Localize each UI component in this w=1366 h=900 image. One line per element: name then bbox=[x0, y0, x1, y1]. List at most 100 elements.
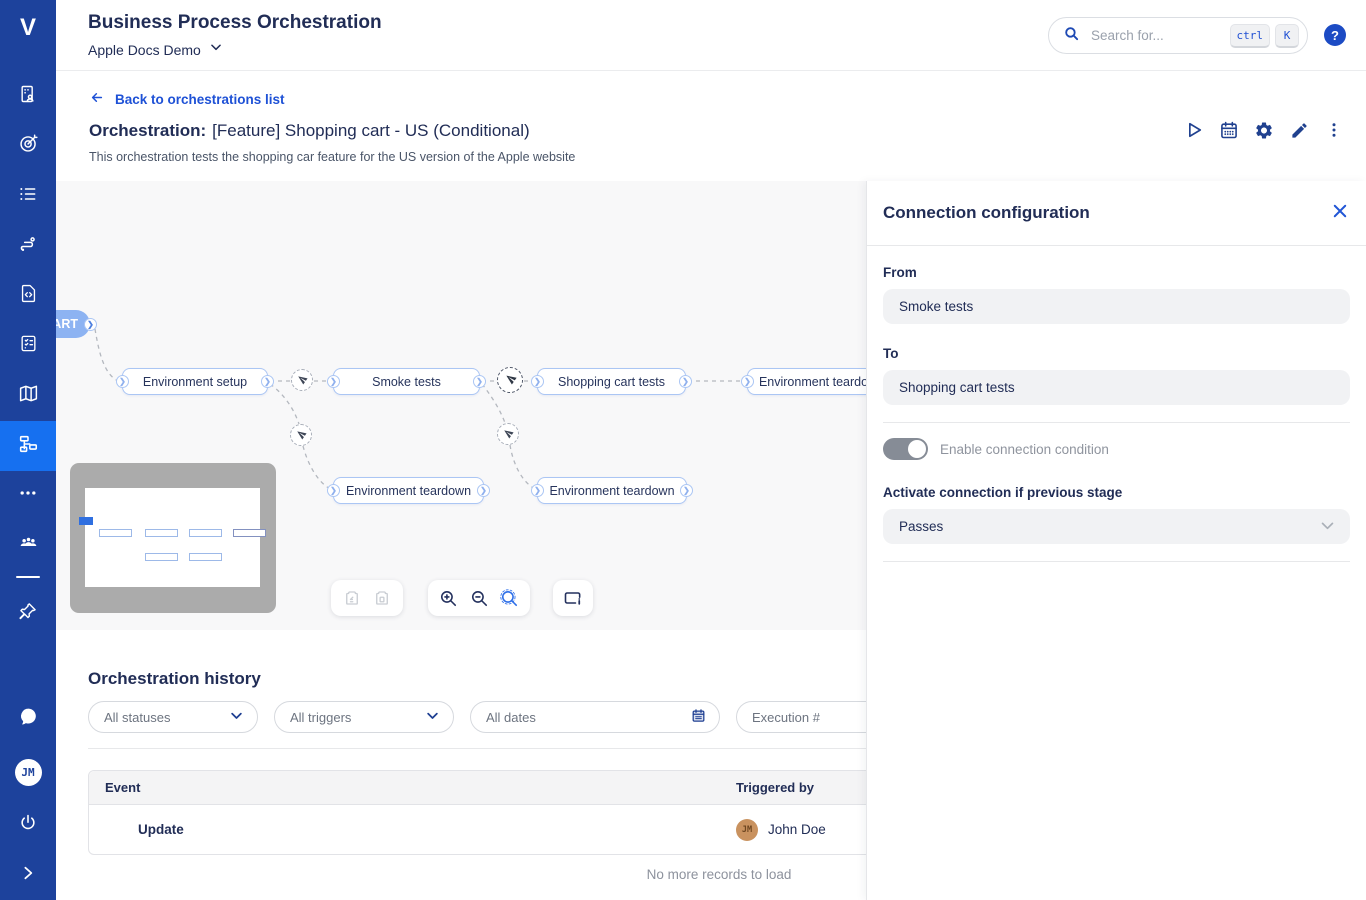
pin-icon bbox=[18, 601, 38, 626]
chat-icon bbox=[18, 706, 39, 732]
triggered-by-name: John Doe bbox=[768, 822, 826, 837]
panel-header: Connection configuration bbox=[867, 181, 1366, 246]
node-port-in[interactable]: ❯ bbox=[531, 484, 544, 497]
search-input[interactable] bbox=[1089, 27, 1230, 44]
arrow-left-icon bbox=[88, 90, 106, 108]
schedule-button[interactable] bbox=[1219, 120, 1239, 140]
sidebar-item-list[interactable] bbox=[0, 176, 56, 216]
stage-node-shopping-cart-tests[interactable]: ❯ Shopping cart tests ❯ bbox=[537, 368, 686, 395]
sidebar-item-logout[interactable] bbox=[0, 805, 56, 845]
minimap-node bbox=[99, 529, 132, 537]
sidebar-user-avatar[interactable]: JM bbox=[0, 752, 56, 792]
trigger-filter[interactable]: All triggers bbox=[274, 701, 454, 733]
column-header-triggered-by: Triggered by bbox=[736, 780, 814, 795]
close-icon[interactable] bbox=[1331, 202, 1349, 225]
kbd-ctrl: ctrl bbox=[1230, 24, 1271, 48]
zoom-in-icon[interactable] bbox=[439, 588, 459, 608]
node-port-out[interactable]: ❯ bbox=[473, 375, 486, 388]
condition-select[interactable]: Passes bbox=[883, 509, 1350, 544]
stage-node-label: Environment setup bbox=[143, 375, 247, 389]
sidebar: V JM bbox=[0, 0, 56, 900]
date-filter[interactable]: All dates bbox=[470, 701, 720, 733]
journey-icon bbox=[18, 234, 38, 259]
orchestration-title-label: Orchestration: bbox=[89, 121, 206, 140]
zoom-toolbar bbox=[428, 580, 530, 616]
toggle-label: Enable connection condition bbox=[940, 442, 1109, 457]
to-field[interactable]: Shopping cart tests bbox=[883, 370, 1350, 405]
from-label: From bbox=[883, 265, 1350, 280]
zoom-out-icon[interactable] bbox=[469, 588, 489, 608]
help-button[interactable]: ? bbox=[1324, 24, 1346, 46]
run-button[interactable] bbox=[1184, 120, 1204, 140]
kebab-menu-button[interactable] bbox=[1324, 120, 1344, 140]
node-port-in[interactable]: ❯ bbox=[116, 375, 129, 388]
kbd-k: K bbox=[1275, 24, 1299, 48]
status-filter[interactable]: All statuses bbox=[88, 701, 258, 733]
chevron-down-icon bbox=[1319, 517, 1336, 537]
minimap-node bbox=[145, 529, 178, 537]
logo-letter: V bbox=[20, 14, 36, 42]
sidebar-item-orchestrations[interactable] bbox=[0, 421, 56, 471]
connection-condition-node[interactable] bbox=[290, 424, 312, 446]
sidebar-divider bbox=[16, 576, 40, 578]
event-cell: Update bbox=[89, 822, 736, 837]
connection-condition-node[interactable] bbox=[291, 369, 313, 391]
minimap-start-node bbox=[79, 517, 93, 525]
sidebar-item-projects[interactable] bbox=[0, 76, 56, 116]
node-port-in[interactable]: ❯ bbox=[741, 375, 754, 388]
panel-info-icon[interactable] bbox=[563, 588, 583, 608]
triggered-by-cell: JM John Doe bbox=[736, 819, 826, 841]
stage-node-label: Shopping cart tests bbox=[558, 375, 665, 389]
sidebar-item-goals[interactable] bbox=[0, 126, 56, 166]
start-node-port[interactable]: ❯ bbox=[84, 318, 97, 331]
start-node[interactable]: START ❯ bbox=[56, 310, 90, 338]
more-icon bbox=[18, 483, 38, 508]
minimap-node bbox=[145, 553, 178, 561]
from-field[interactable]: Smoke tests bbox=[883, 289, 1350, 324]
condition-label: Activate connection if previous stage bbox=[883, 485, 1350, 500]
avatar: JM bbox=[15, 759, 42, 786]
canvas-minimap[interactable] bbox=[70, 463, 276, 613]
edit-button[interactable] bbox=[1289, 120, 1309, 140]
sidebar-item-test-plans[interactable] bbox=[0, 326, 56, 366]
connection-condition-node-selected[interactable] bbox=[497, 367, 523, 393]
execution-filter-value: Execution # bbox=[752, 710, 820, 725]
panel-toggle-toolbar bbox=[553, 580, 593, 616]
calendar-icon bbox=[691, 708, 706, 726]
zoom-fit-icon[interactable] bbox=[500, 588, 520, 608]
node-port-out[interactable]: ❯ bbox=[679, 375, 692, 388]
node-port-out[interactable]: ❯ bbox=[477, 484, 490, 497]
project-name: Apple Docs Demo bbox=[88, 42, 201, 58]
copy-icon[interactable] bbox=[342, 588, 362, 608]
app-logo[interactable]: V bbox=[0, 0, 56, 56]
settings-button[interactable] bbox=[1254, 120, 1274, 140]
back-link[interactable]: Back to orchestrations list bbox=[88, 90, 285, 108]
node-port-in[interactable]: ❯ bbox=[327, 484, 340, 497]
paste-icon[interactable] bbox=[372, 588, 392, 608]
stage-node-smoke-tests[interactable]: ❯ Smoke tests ❯ bbox=[333, 368, 480, 395]
sidebar-item-journeys[interactable] bbox=[0, 226, 56, 266]
sidebar-item-team[interactable] bbox=[0, 525, 56, 565]
node-port-out[interactable]: ❯ bbox=[261, 375, 274, 388]
clipboard-toolbar bbox=[331, 580, 403, 616]
enable-condition-toggle[interactable] bbox=[883, 438, 928, 460]
project-switcher[interactable]: Apple Docs Demo bbox=[88, 40, 223, 59]
condition-icon bbox=[505, 371, 516, 389]
connection-condition-node[interactable] bbox=[497, 423, 519, 445]
history-title: Orchestration history bbox=[88, 669, 261, 689]
stage-node-environment-teardown-3[interactable]: ❯ Environment teardown ❯ bbox=[537, 477, 687, 504]
sidebar-expand[interactable] bbox=[0, 855, 56, 895]
minimap-viewport bbox=[85, 488, 260, 587]
sidebar-item-chat[interactable] bbox=[0, 699, 56, 739]
sidebar-item-map[interactable] bbox=[0, 376, 56, 416]
sidebar-item-extensions[interactable] bbox=[0, 276, 56, 316]
global-search: ctrl K bbox=[1048, 17, 1308, 54]
stage-node-environment-setup[interactable]: ❯ Environment setup ❯ bbox=[122, 368, 268, 395]
sidebar-item-pin[interactable] bbox=[0, 593, 56, 633]
sidebar-item-more[interactable] bbox=[0, 475, 56, 515]
power-icon bbox=[18, 813, 38, 838]
node-port-in[interactable]: ❯ bbox=[531, 375, 544, 388]
node-port-in[interactable]: ❯ bbox=[327, 375, 340, 388]
node-port-out[interactable]: ❯ bbox=[680, 484, 693, 497]
stage-node-environment-teardown-2[interactable]: ❯ Environment teardown ❯ bbox=[333, 477, 484, 504]
